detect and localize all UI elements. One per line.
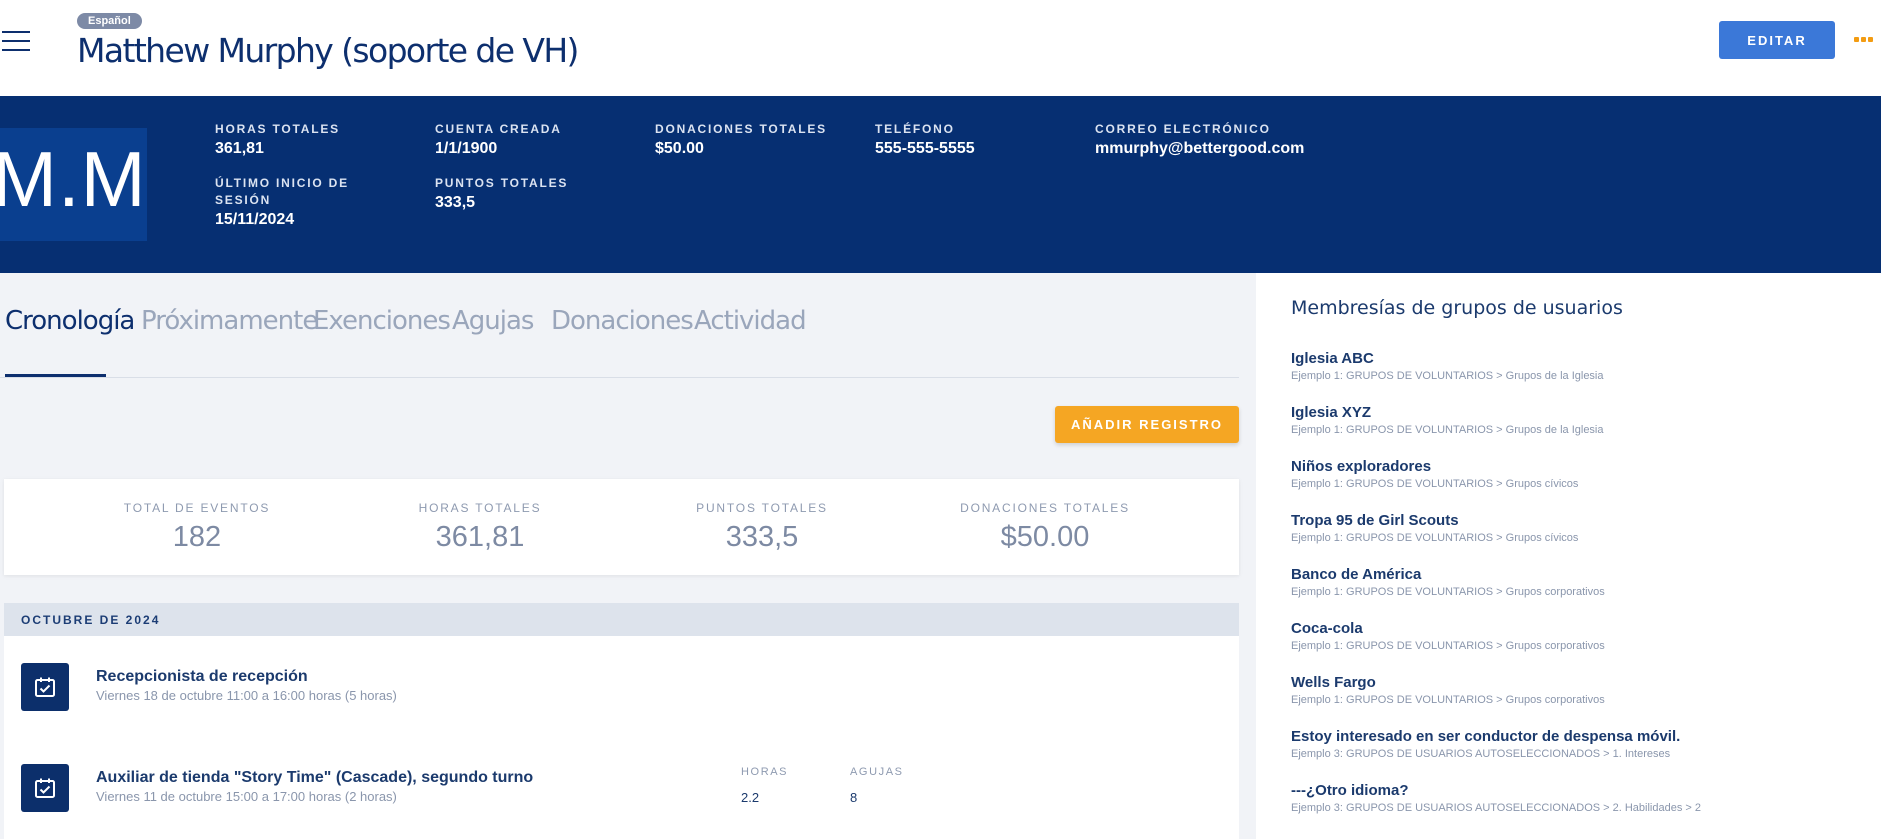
event-title[interactable]: Recepcionista de recepción	[96, 668, 308, 686]
language-badge[interactable]: Español	[77, 13, 142, 29]
summary-label: HORAS TOTALES	[418, 501, 542, 515]
group-path: Ejemplo 1: GRUPOS DE VOLUNTARIOS > Grupo…	[1291, 532, 1579, 544]
group-name[interactable]: Niños exploradores	[1291, 458, 1871, 475]
month-header: OCTUBRE DE 2024	[4, 603, 1239, 636]
stat-account-created: CUENTA CREADA 1/1/1900	[435, 121, 562, 159]
calendar-check-icon	[21, 764, 69, 812]
tab-donations[interactable]: Donaciones	[551, 306, 694, 336]
group-path: Ejemplo 1: GRUPOS DE VOLUNTARIOS > Grupo…	[1291, 424, 1604, 436]
meta-label: HORAS	[741, 766, 789, 778]
group-path: Ejemplo 1: GRUPOS DE VOLUNTARIOS > Grupo…	[1291, 694, 1605, 706]
summary-value: 361,81	[435, 521, 525, 553]
stat-label: PUNTOS TOTALES	[435, 176, 569, 190]
summary-label: PUNTOS TOTALES	[696, 501, 828, 515]
stat-value: 333,5	[435, 194, 476, 211]
edit-button[interactable]: EDITAR	[1719, 21, 1835, 59]
timeline-list: Recepcionista de recepción Viernes 18 de…	[4, 636, 1239, 839]
stat-value[interactable]: 555-555-5555	[875, 139, 975, 159]
meta-value: 8	[850, 790, 858, 805]
meta-value: 2.2	[741, 790, 760, 805]
stat-label: CUENTA CREADA	[435, 122, 562, 136]
tab-bar: Cronología Próximamente Exenciones Aguja…	[0, 306, 1239, 378]
stat-value: 15/11/2024	[215, 211, 295, 228]
summary-total-points: PUNTOS TOTALES 333,5	[662, 501, 862, 554]
stat-label: HORAS TOTALES	[215, 122, 340, 136]
group-item[interactable]: Estoy interesado en ser conductor de des…	[1291, 728, 1871, 760]
stat-total-hours: HORAS TOTALES 361,81	[215, 121, 340, 159]
group-path: Ejemplo 1: GRUPOS DE VOLUNTARIOS > Grupo…	[1291, 586, 1605, 598]
group-name[interactable]: ---¿Otro idioma?	[1291, 782, 1871, 799]
group-item[interactable]: Niños exploradores Ejemplo 1: GRUPOS DE …	[1291, 458, 1871, 490]
summary-value: 333,5	[725, 521, 799, 553]
stat-value: 361,81	[215, 140, 264, 157]
tab-upcoming[interactable]: Próximamente	[141, 306, 318, 336]
stat-label: TELÉFONO	[875, 122, 955, 136]
group-name[interactable]: Banco de América	[1291, 566, 1871, 583]
summary-value: 182	[172, 521, 222, 553]
page-title: Matthew Murphy (soporte de VH)	[77, 31, 579, 70]
summary-total-donations: DONACIONES TOTALES $50.00	[945, 501, 1145, 554]
stat-label: ÚLTIMO INICIO DE SESIÓN	[215, 176, 349, 207]
stat-label: DONACIONES TOTALES	[655, 122, 827, 136]
group-name[interactable]: Iglesia ABC	[1291, 350, 1871, 367]
group-path: Ejemplo 3: GRUPOS DE USUARIOS AUTOSELECC…	[1291, 802, 1702, 814]
group-item[interactable]: ---¿Otro idioma? Ejemplo 3: GRUPOS DE US…	[1291, 782, 1871, 814]
summary-value: $50.00	[1000, 521, 1090, 553]
user-group-sidebar: Membresías de grupos de usuarios Iglesia…	[1256, 273, 1881, 839]
event-pins: AGUJAS 8	[850, 766, 904, 805]
timeline-event[interactable]: Recepcionista de recepción Viernes 18 de…	[4, 663, 1239, 723]
month-label: OCTUBRE DE 2024	[21, 613, 161, 627]
summary-label: DONACIONES TOTALES	[960, 501, 1130, 515]
summary-label: TOTAL DE EVENTOS	[123, 501, 271, 515]
group-item[interactable]: Tropa 95 de Girl Scouts Ejemplo 1: GRUPO…	[1291, 512, 1871, 544]
group-name[interactable]: Wells Fargo	[1291, 674, 1871, 691]
sidebar-title: Membresías de grupos de usuarios	[1291, 297, 1623, 319]
active-tab-indicator	[5, 374, 106, 377]
more-options-icon[interactable]	[1854, 37, 1873, 42]
summary-total-events: TOTAL DE EVENTOS 182	[97, 501, 297, 554]
summary-card: TOTAL DE EVENTOS 182 HORAS TOTALES 361,8…	[4, 479, 1239, 575]
tab-timeline[interactable]: Cronología	[5, 306, 135, 336]
group-item[interactable]: Wells Fargo Ejemplo 1: GRUPOS DE VOLUNTA…	[1291, 674, 1871, 706]
group-name[interactable]: Estoy interesado en ser conductor de des…	[1291, 728, 1871, 745]
group-path: Ejemplo 1: GRUPOS DE VOLUNTARIOS > Grupo…	[1291, 370, 1604, 382]
profile-banner: M.M. HORAS TOTALES 361,81 CUENTA CREADA …	[0, 96, 1881, 273]
group-name[interactable]: Iglesia XYZ	[1291, 404, 1871, 421]
group-item[interactable]: Banco de América Ejemplo 1: GRUPOS DE VO…	[1291, 566, 1871, 598]
event-datetime: Viernes 18 de octubre 11:00 a 16:00 hora…	[96, 688, 397, 703]
event-title[interactable]: Auxiliar de tienda "Story Time" (Cascade…	[96, 769, 533, 787]
avatar: M.M.	[0, 128, 147, 241]
summary-total-hours: HORAS TOTALES 361,81	[380, 501, 580, 554]
group-path: Ejemplo 1: GRUPOS DE VOLUNTARIOS > Grupo…	[1291, 640, 1605, 652]
avatar-initials: M.M.	[0, 135, 147, 223]
tab-exemptions[interactable]: Exenciones	[313, 306, 451, 336]
group-item[interactable]: Coca-cola Ejemplo 1: GRUPOS DE VOLUNTARI…	[1291, 620, 1871, 652]
stat-value: $50.00	[655, 140, 704, 157]
add-record-button[interactable]: AÑADIR REGISTRO	[1055, 406, 1239, 443]
group-path: Ejemplo 3: GRUPOS DE USUARIOS AUTOSELECC…	[1291, 748, 1671, 760]
stat-email: CORREO ELECTRÓNICO mmurphy@bettergood.co…	[1095, 121, 1304, 159]
group-name[interactable]: Coca-cola	[1291, 620, 1871, 637]
stat-total-donations: DONACIONES TOTALES $50.00	[655, 121, 827, 159]
group-name[interactable]: Tropa 95 de Girl Scouts	[1291, 512, 1871, 529]
event-hours: HORAS 2.2	[741, 766, 788, 805]
tab-activity[interactable]: Actividad	[694, 306, 807, 336]
stat-phone: TELÉFONO 555-555-5555	[875, 121, 975, 159]
event-datetime: Viernes 11 de octubre 15:00 a 17:00 hora…	[96, 789, 397, 804]
calendar-check-icon	[21, 663, 69, 711]
group-item[interactable]: Iglesia XYZ Ejemplo 1: GRUPOS DE VOLUNTA…	[1291, 404, 1871, 436]
timeline-event[interactable]: Auxiliar de tienda "Story Time" (Cascade…	[4, 764, 1239, 824]
hamburger-menu-icon[interactable]	[2, 31, 30, 51]
stat-total-points: PUNTOS TOTALES 333,5	[435, 175, 568, 213]
stat-value: 1/1/1900	[435, 140, 498, 157]
group-path: Ejemplo 1: GRUPOS DE VOLUNTARIOS > Grupo…	[1291, 478, 1579, 490]
stat-label: CORREO ELECTRÓNICO	[1095, 122, 1271, 136]
meta-label: AGUJAS	[850, 766, 904, 778]
stat-last-login: ÚLTIMO INICIO DE SESIÓN 15/11/2024	[215, 175, 375, 230]
group-item[interactable]: Iglesia ABC Ejemplo 1: GRUPOS DE VOLUNTA…	[1291, 350, 1871, 382]
tab-pins[interactable]: Agujas	[452, 306, 534, 336]
top-header: Español Matthew Murphy (soporte de VH) E…	[0, 0, 1881, 96]
stat-value[interactable]: mmurphy@bettergood.com	[1095, 139, 1304, 159]
